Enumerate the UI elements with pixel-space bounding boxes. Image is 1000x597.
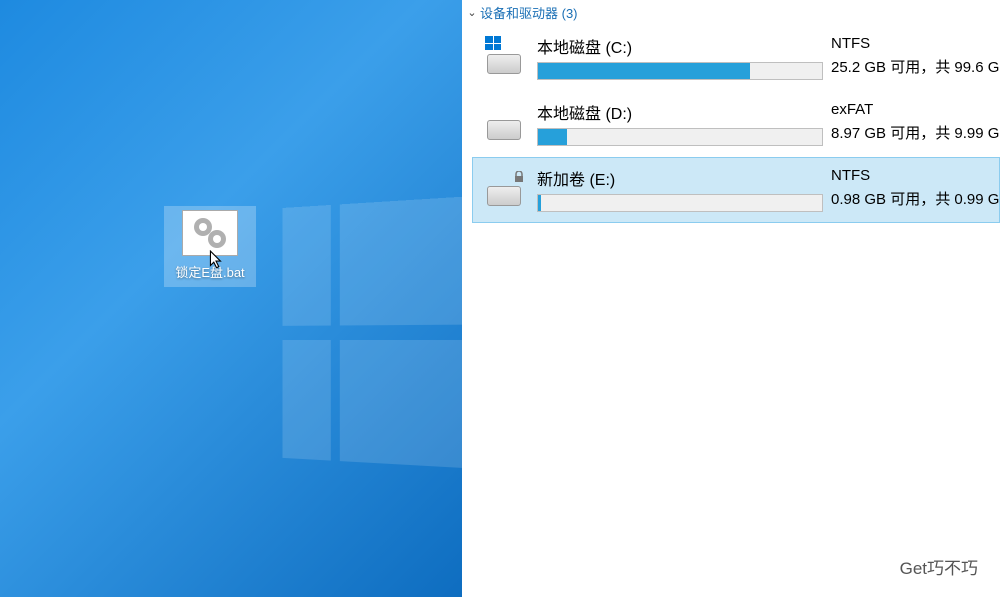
desktop-area[interactable]: 锁定E盘.bat: [0, 0, 462, 597]
drive-name: 新加卷 (E:): [537, 166, 827, 190]
drive-item[interactable]: 新加卷 (E:)NTFS 0.98 GB 可用，共 0.99 G: [472, 157, 1000, 223]
capacity-bar: [537, 128, 823, 146]
bat-file-icon: [182, 210, 238, 256]
windows-logo-icon: [485, 36, 501, 50]
drive-name: 本地磁盘 (D:): [537, 100, 827, 124]
drive-icon: [485, 100, 523, 140]
explorer-panel: ⌄ 设备和驱动器 (3) 本地磁盘 (C:)NTFS25.2 GB 可用，共 9…: [462, 0, 1000, 597]
capacity-bar: [537, 62, 823, 80]
drive-filesystem: NTFS: [831, 167, 999, 184]
drive-name: 本地磁盘 (C:): [537, 34, 827, 58]
capacity-bar: [537, 194, 823, 212]
chevron-down-icon: ⌄: [466, 6, 478, 19]
drive-space: 8.97 GB 可用，共 9.99 G: [831, 122, 999, 143]
devices-section-header[interactable]: ⌄ 设备和驱动器 (3): [462, 0, 1000, 25]
drive-icon: [485, 166, 523, 206]
section-title: 设备和驱动器 (3): [480, 3, 578, 22]
drive-item[interactable]: 本地磁盘 (C:)NTFS 25.2 GB 可用，共 99.6 G: [472, 25, 1000, 91]
drive-space: 0.98 GB 可用，共 0.99 G: [831, 188, 999, 209]
cursor-icon: [209, 250, 223, 270]
drive-item[interactable]: 本地磁盘 (D:)exFAT 8.97 GB 可用，共 9.99 G: [472, 91, 1000, 157]
desktop-file-bat[interactable]: 锁定E盘.bat: [164, 206, 256, 287]
gears-icon: [194, 218, 226, 248]
watermark-text: Get巧不巧: [900, 554, 978, 579]
drive-filesystem: exFAT: [831, 101, 999, 118]
drives-list: 本地磁盘 (C:)NTFS25.2 GB 可用，共 99.6 G本地磁盘 (D:…: [462, 25, 1000, 223]
drive-space: 25.2 GB 可用，共 99.6 G: [831, 56, 999, 77]
drive-icon: [485, 34, 523, 74]
windows-wallpaper-logo: [282, 191, 462, 489]
drive-filesystem: NTFS: [831, 35, 999, 52]
lock-icon: [513, 170, 525, 182]
